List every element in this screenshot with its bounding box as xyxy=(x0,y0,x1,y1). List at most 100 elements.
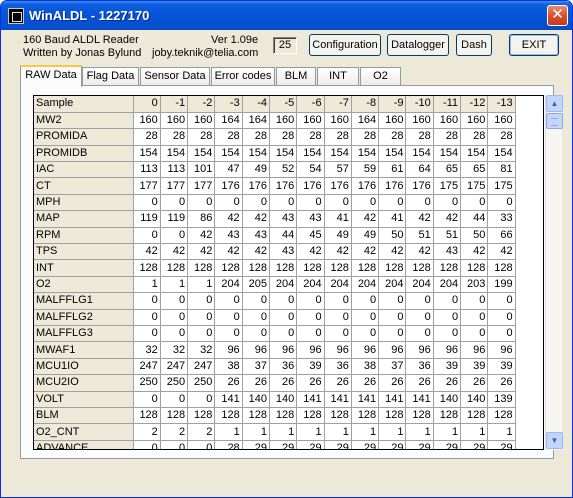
title-bar[interactable]: WinALDL - 1227170 ✕ xyxy=(1,1,572,30)
data-cell: 175 xyxy=(433,177,462,195)
data-cell: 43 xyxy=(269,243,298,261)
tab-error-codes[interactable]: Error codes xyxy=(211,67,275,86)
data-cell: 204 xyxy=(324,276,352,294)
table-row[interactable]: MALFFLG1 0 0 0 0 0 0 0 0 0 0 0 0 0 0 xyxy=(34,292,516,310)
data-cell: 2 xyxy=(133,423,161,441)
data-cell: 128 xyxy=(324,407,352,425)
column-header: -11 xyxy=(433,96,462,113)
data-cell: 45 xyxy=(296,227,325,245)
data-cell: 66 xyxy=(487,227,516,245)
column-header: -4 xyxy=(242,96,270,113)
down-arrow-icon[interactable]: ▼ xyxy=(546,432,563,449)
table-row[interactable]: PROMIDA 28 28 28 28 28 28 28 28 28 28 28 28 28 28 xyxy=(34,128,516,146)
configuration-button[interactable]: Configuration xyxy=(309,34,381,56)
data-cell: 0 xyxy=(296,325,325,343)
data-cell: 0 xyxy=(160,292,189,310)
data-cell: 160 xyxy=(133,112,161,130)
data-cell: 42 xyxy=(405,210,434,228)
data-cell: 176 xyxy=(324,177,352,195)
table-row[interactable]: MW2 160 160 160 164 164 160 160 160 164 160 160 160 1… xyxy=(34,112,516,130)
tab-int[interactable]: INT xyxy=(317,67,359,86)
table-row[interactable]: MAP 119 119 86 42 42 43 43 41 42 41 42 42 44 33 xyxy=(34,210,516,228)
table-row[interactable]: MALFFLG3 0 0 0 0 0 0 0 0 0 0 0 0 0 0 xyxy=(34,325,516,343)
tab-blm[interactable]: BLM xyxy=(276,67,316,86)
table-row[interactable]: MALFFLG2 0 0 0 0 0 0 0 0 0 0 0 0 0 0 xyxy=(34,309,516,326)
dash-button[interactable]: Dash xyxy=(456,34,492,56)
data-cell: 36 xyxy=(324,358,352,376)
scrollbar-thumb[interactable] xyxy=(546,113,563,129)
data-cell: 29 xyxy=(242,440,270,449)
data-cell: 128 xyxy=(187,407,216,425)
table-row[interactable]: ADVANCE 0 0 0 28 29 29 29 29 29 29 29 29 29 29 xyxy=(34,440,516,449)
datalogger-button[interactable]: Datalogger xyxy=(387,34,449,56)
data-cell: 154 xyxy=(487,145,516,163)
column-header: -12 xyxy=(460,96,489,113)
table-row[interactable]: VOLT 0 0 0 141 140 140 141 141 141 141 141 140 140 139 xyxy=(34,391,516,408)
table-row[interactable]: IAC 113 113 101 47 49 52 54 57 59 61 64 65 65 81 xyxy=(34,161,516,179)
data-cell: 41 xyxy=(378,210,407,228)
data-cell: 0 xyxy=(242,325,270,343)
data-cell: 26 xyxy=(378,374,407,392)
data-cell: 0 xyxy=(378,194,407,212)
table-row[interactable]: MPH 0 0 0 0 0 0 0 0 0 0 0 0 0 0 xyxy=(34,194,516,212)
data-cell: 128 xyxy=(133,407,161,425)
data-cell: 0 xyxy=(187,440,216,449)
data-cell: 0 xyxy=(214,292,243,310)
table-row[interactable]: MCU1IO 247 247 247 38 37 36 39 36 38 37 36 39 39 39 xyxy=(34,358,516,376)
tab-flag-data[interactable]: Flag Data xyxy=(82,67,139,86)
table-row[interactable]: MWAF1 32 32 32 96 96 96 96 96 96 96 96 96 96 96 xyxy=(34,341,516,359)
row-label: PROMIDA xyxy=(34,128,134,146)
data-cell: 42 xyxy=(187,243,216,261)
data-cell: 29 xyxy=(269,440,298,449)
tab-raw-data[interactable]: RAW Data xyxy=(20,65,82,87)
row-label: MALFFLG3 xyxy=(34,325,134,343)
column-header: 0 xyxy=(133,96,161,113)
data-cell: 199 xyxy=(487,276,516,294)
tab-o2[interactable]: O2 xyxy=(360,67,401,86)
table-row[interactable]: O2_CNT 2 2 2 1 1 1 1 1 1 1 1 1 1 1 xyxy=(34,423,516,441)
data-cell: 128 xyxy=(160,407,189,425)
data-cell: 2 xyxy=(187,423,216,441)
table-row[interactable]: O2 1 1 1 204 205 204 204 204 204 204 204 204 203 199 xyxy=(34,276,516,294)
data-cell: 176 xyxy=(351,177,380,195)
data-cell: 42 xyxy=(460,243,489,261)
raw-data-grid[interactable]: Sample 0 -1 -2 -3 -4 -5 -6 -7 -8 -9 -10 -11 -12 -13 MW2… xyxy=(33,95,544,450)
data-cell: 128 xyxy=(487,407,516,425)
table-row[interactable]: INT 128 128 128 128 128 128 128 128 128 128 128 128 1… xyxy=(34,259,516,277)
data-cell: 128 xyxy=(378,407,407,425)
close-button[interactable]: ✕ xyxy=(547,5,568,26)
data-cell: 96 xyxy=(324,341,352,359)
data-cell: 204 xyxy=(214,276,243,294)
data-cell: 50 xyxy=(460,227,489,245)
table-row[interactable]: RPM 0 0 42 43 43 44 45 49 49 50 51 51 50 66 xyxy=(34,227,516,245)
data-cell: 43 xyxy=(214,227,243,245)
table-row[interactable]: BLM 128 128 128 128 128 128 128 128 128 128 128 128 1… xyxy=(34,407,516,425)
exit-button[interactable]: EXIT xyxy=(509,34,559,56)
data-cell: 0 xyxy=(324,325,352,343)
data-cell: 28 xyxy=(460,128,489,146)
data-cell: 0 xyxy=(487,325,516,343)
table-row[interactable]: PROMIDB 154 154 154 154 154 154 154 154 154 154 154… xyxy=(34,145,516,163)
data-cell: 160 xyxy=(433,112,462,130)
data-cell: 154 xyxy=(160,145,189,163)
data-cell: 1 xyxy=(487,423,516,441)
row-label: MW2 xyxy=(34,112,134,130)
row-label: INT xyxy=(34,259,134,277)
column-header: -7 xyxy=(324,96,352,113)
table-row[interactable]: TPS 42 42 42 42 42 43 42 42 42 42 42 43 42 42 xyxy=(34,243,516,261)
row-label: MCU2IO xyxy=(34,374,134,392)
data-cell: 0 xyxy=(296,292,325,310)
data-cell: 154 xyxy=(242,145,270,163)
data-cell: 0 xyxy=(460,325,489,343)
data-cell: 49 xyxy=(242,161,270,179)
data-cell: 42 xyxy=(351,210,380,228)
table-row[interactable]: CT 177 177 177 176 176 176 176 176 176 176 176 175 17… xyxy=(34,177,516,195)
data-cell: 28 xyxy=(378,128,407,146)
table-row[interactable]: MCU2IO 250 250 250 26 26 26 26 26 26 26 26 26 26 26 xyxy=(34,374,516,392)
data-cell: 0 xyxy=(160,309,189,326)
data-cell: 0 xyxy=(324,194,352,212)
vertical-scrollbar[interactable]: ▲ ▼ xyxy=(545,95,563,450)
tab-sensor-data[interactable]: Sensor Data xyxy=(140,67,210,86)
up-arrow-icon[interactable]: ▲ xyxy=(546,95,563,112)
data-cell: 0 xyxy=(378,292,407,310)
